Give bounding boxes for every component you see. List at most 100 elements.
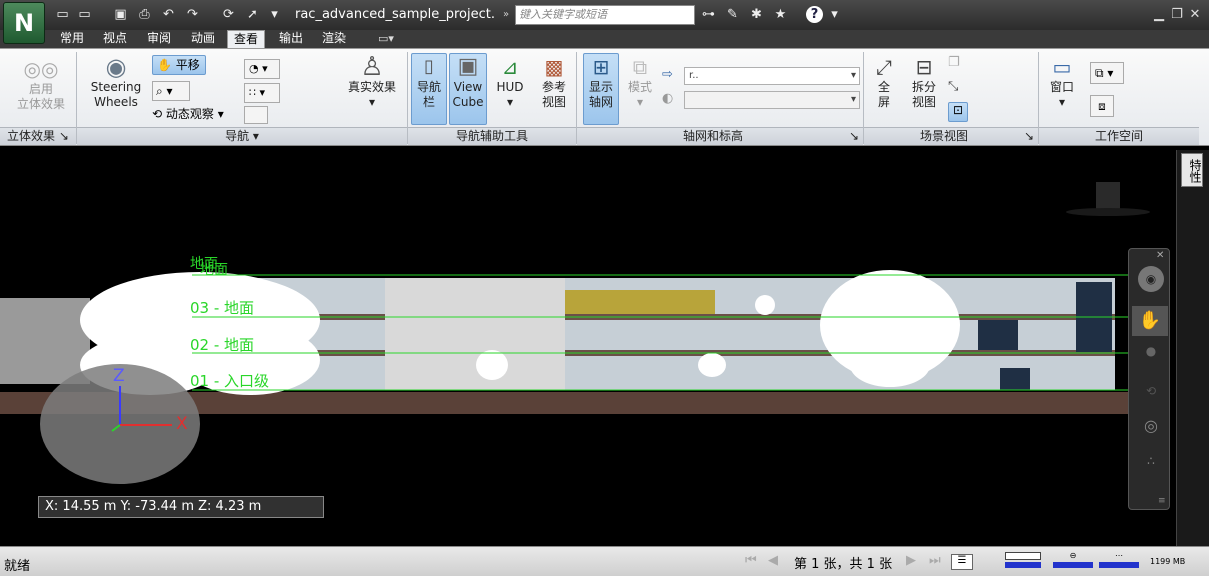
- empty-nav-slot[interactable]: [244, 106, 268, 124]
- viewcube-toggle-button[interactable]: ▣ View Cube: [449, 53, 487, 125]
- grid-mode-label: 模式: [627, 80, 652, 94]
- save-icon[interactable]: ▣: [112, 6, 129, 23]
- steering-wheels-button[interactable]: ◉ Steering Wheels: [84, 54, 148, 126]
- last-page-icon[interactable]: ⏭: [929, 553, 941, 568]
- prev-page-icon[interactable]: ◀: [768, 553, 778, 568]
- z-axis-label: Z: [113, 366, 125, 386]
- next-page-icon[interactable]: ▶: [906, 553, 916, 568]
- help-dropdown-icon[interactable]: ▾: [826, 6, 843, 23]
- tab-render[interactable]: 渲染: [316, 30, 352, 48]
- dropdown-icon[interactable]: ▾: [266, 6, 283, 23]
- window-label: 窗口: [1049, 80, 1074, 94]
- pan-button[interactable]: ✋ 平移: [152, 55, 206, 75]
- star-icon[interactable]: ★: [772, 6, 789, 23]
- close-icon[interactable]: ✕: [1186, 6, 1204, 24]
- person-icon: ♙: [360, 52, 384, 82]
- grid-level-select[interactable]: r.. ▾: [684, 67, 860, 85]
- map-icon: ▩: [544, 55, 564, 79]
- window-button[interactable]: ▭ 窗口 ▾: [1044, 54, 1080, 124]
- pan-nav-icon[interactable]: ✋: [1132, 306, 1168, 336]
- viewcube-label-1: View: [453, 80, 483, 94]
- undo-icon[interactable]: ↶: [160, 6, 177, 23]
- orbit-button[interactable]: ⟲ 动态观察 ▾: [152, 105, 234, 123]
- grid-color-select[interactable]: ▾: [684, 91, 860, 109]
- expand-icon[interactable]: »: [503, 9, 509, 20]
- scene-drawing: [0, 182, 1160, 484]
- grid-mode-dropdown-icon: ▾: [636, 95, 644, 109]
- side-dock-panel: [1176, 150, 1209, 546]
- fullscreen-label-1: 全: [877, 80, 890, 94]
- search-input[interactable]: 键入关键字或短语: [515, 5, 695, 25]
- show-grid-label-1: 显示: [588, 80, 613, 94]
- orbit-nav-icon[interactable]: ⟲: [1138, 384, 1164, 406]
- tab-animation[interactable]: 动画: [185, 30, 221, 48]
- tree: [698, 353, 726, 377]
- load-workspace-button[interactable]: ⧉ ▾: [1090, 62, 1124, 84]
- grid-mode-icon: ⧉: [632, 55, 648, 79]
- dark-window: [978, 320, 1018, 350]
- group-title-scene-view: 场景视图 ↘: [864, 127, 1038, 145]
- minimize-icon[interactable]: ▁: [1150, 6, 1168, 24]
- tab-view[interactable]: 查看: [227, 30, 266, 48]
- document-title: rac_advanced_sample_project.n...: [295, 7, 495, 22]
- level-label-01: 01 - 入口级: [190, 372, 270, 390]
- properties-tab[interactable]: 特性: [1181, 153, 1203, 187]
- tab-viewpoint[interactable]: 视点: [97, 30, 133, 48]
- realism-label: 真实效果: [347, 80, 396, 94]
- steering-label-2: Wheels: [94, 95, 138, 109]
- panel-options-icon[interactable]: ▭▾: [378, 32, 394, 45]
- save-workspace-icon: ⧈: [1098, 99, 1106, 113]
- steering-label-1: Steering: [90, 80, 142, 94]
- show-grid-label-2: 轴网: [588, 95, 613, 109]
- stereo-button[interactable]: ◎◎ 启用 立体效果: [14, 56, 68, 126]
- hud-button[interactable]: ⊿ HUD ▾: [492, 54, 528, 124]
- navbar-close-icon[interactable]: ✕: [1156, 250, 1164, 261]
- stereo-label-2: 立体效果: [16, 97, 65, 111]
- scene-viewport[interactable]: [0, 150, 1176, 546]
- viewcube-widget[interactable]: [1096, 182, 1120, 210]
- realism-button[interactable]: ♙ 真实效果 ▾: [342, 54, 402, 126]
- steering-wheel-nav-icon[interactable]: ◉: [1138, 266, 1164, 292]
- split-toggle-icon[interactable]: ⊡: [948, 102, 968, 122]
- split-view-button[interactable]: ⊟ 拆分 视图: [905, 54, 943, 126]
- sheet-browser-icon[interactable]: ☰: [951, 554, 973, 570]
- resize-icon[interactable]: ⤡: [948, 79, 966, 97]
- grid-mode-button[interactable]: ⧉ 模式 ▾: [623, 54, 657, 124]
- walk-button[interactable]: ∷ ▾: [244, 83, 280, 103]
- tools-icon[interactable]: ✎: [724, 6, 741, 23]
- look-nav-icon[interactable]: ◎: [1138, 416, 1164, 438]
- zoom-button[interactable]: ⌕ ▾: [152, 81, 190, 101]
- tab-output[interactable]: 输出: [273, 30, 309, 48]
- tile-icon[interactable]: ❐: [948, 55, 966, 73]
- look-button[interactable]: ◔ ▾: [244, 59, 280, 79]
- walk-nav-icon[interactable]: ∴: [1138, 454, 1164, 476]
- magnifier-icon: ⌕: [156, 84, 163, 98]
- footprints-icon: ∷: [249, 86, 256, 99]
- coordinate-readout: X: 14.55 m Y: -73.44 m Z: 4.23 m: [38, 496, 324, 518]
- binoculars-icon[interactable]: ⊶: [700, 6, 717, 23]
- refresh-icon[interactable]: ⟳: [220, 6, 237, 23]
- yellow-panel: [565, 290, 715, 314]
- first-page-icon[interactable]: ⏮: [745, 553, 757, 568]
- show-grid-button[interactable]: ⊞ 显示 轴网: [583, 53, 619, 125]
- redo-icon[interactable]: ↷: [184, 6, 201, 23]
- reference-views-button[interactable]: ▩ 参考 视图: [535, 54, 573, 124]
- road: [0, 298, 90, 384]
- tab-home[interactable]: 常用: [54, 30, 90, 48]
- satellite-icon[interactable]: ✱: [748, 6, 765, 23]
- help-icon[interactable]: ?: [806, 6, 823, 23]
- print-icon[interactable]: ⎙: [136, 6, 153, 23]
- navbar-toggle-button[interactable]: ▯ 导航 栏: [411, 53, 447, 125]
- save-workspace-button[interactable]: ⧈: [1090, 95, 1114, 117]
- fullscreen-button[interactable]: ⤢ 全 屏: [868, 54, 900, 126]
- navbar-icon: ▯: [424, 56, 434, 77]
- open-icon[interactable]: ▭: [76, 6, 93, 23]
- pencil-progress-icon: [1005, 552, 1041, 570]
- zoom-nav-icon[interactable]: ●: [1138, 344, 1164, 362]
- navbar-options-icon[interactable]: ≡: [1158, 496, 1166, 506]
- select-icon[interactable]: ➚: [244, 6, 261, 23]
- tab-review[interactable]: 审阅: [141, 30, 177, 48]
- restore-icon[interactable]: ❐: [1168, 6, 1186, 24]
- new-icon[interactable]: ▭: [54, 6, 71, 23]
- application-menu-button[interactable]: N: [3, 2, 45, 44]
